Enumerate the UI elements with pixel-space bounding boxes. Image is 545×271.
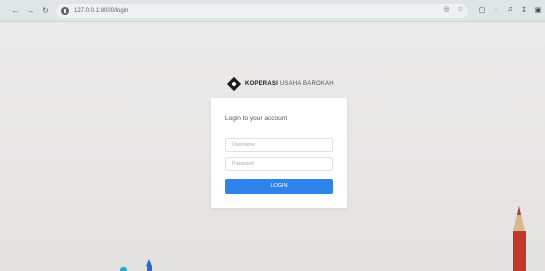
extension-icon-2[interactable]: ♫ xyxy=(506,6,514,14)
brand-name-bold: KOPERASI xyxy=(245,81,278,87)
login-page: KOPERASI USAHA BAROKAH Login to your acc… xyxy=(0,23,545,271)
star-icon[interactable]: ☆ xyxy=(456,4,465,13)
sidebar-icon[interactable]: ▣ xyxy=(534,6,542,14)
back-icon[interactable]: ← xyxy=(10,5,21,16)
decor-pencil-blue-tip xyxy=(146,259,152,266)
extension-icon-1[interactable]: ▢ xyxy=(478,6,486,14)
url-text[interactable]: 127.0.0.1:8000/login xyxy=(74,8,128,14)
address-bar[interactable]: 127.0.0.1:8000/login xyxy=(56,4,468,18)
password-input[interactable] xyxy=(225,157,333,171)
reload-icon[interactable]: ↻ xyxy=(40,5,51,16)
login-button[interactable]: LOGIN xyxy=(225,179,333,194)
brand-logo-icon xyxy=(226,76,242,92)
browser-toolbar: ← → ↻ 127.0.0.1:8000/login ◎ ☆ ▢ · ♫ ↧ ▣… xyxy=(0,0,545,22)
forward-icon[interactable]: → xyxy=(25,5,36,16)
brand-name-rest: USAHA BAROKAH xyxy=(279,81,334,87)
divider: · xyxy=(494,6,498,13)
download-icon[interactable]: ↧ xyxy=(520,6,528,14)
login-title: Login to your account xyxy=(225,115,288,122)
lens-icon[interactable]: ◎ xyxy=(442,4,451,13)
decor-pencil-red-point xyxy=(517,206,521,215)
decor-pencil-red xyxy=(513,231,526,271)
decor-pencil-blue xyxy=(147,266,152,271)
login-card: Login to your account LOGIN xyxy=(211,98,347,208)
username-input[interactable] xyxy=(225,138,333,152)
site-info-icon[interactable] xyxy=(61,7,69,15)
brand-header: KOPERASI USAHA BAROKAH xyxy=(226,76,334,92)
decor-pencil-cyan xyxy=(120,267,127,271)
brand-name: KOPERASI USAHA BAROKAH xyxy=(245,81,334,87)
